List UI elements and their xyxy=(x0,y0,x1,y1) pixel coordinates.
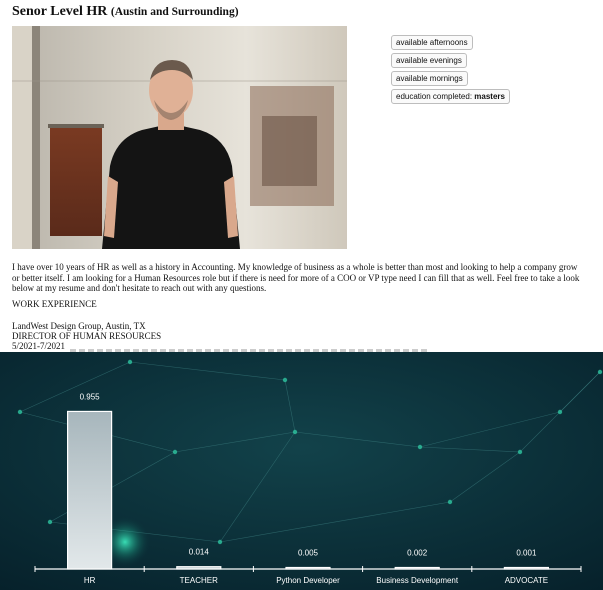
profile-photo xyxy=(12,26,347,249)
network-node xyxy=(17,409,23,415)
post-panel: Senor Level HR (Austin and Surrounding) xyxy=(0,0,603,353)
bar-value-label: 0.001 xyxy=(516,549,537,558)
bar-advocate xyxy=(503,566,549,570)
network-node xyxy=(47,519,53,525)
network-node xyxy=(217,539,223,545)
post-title-main: Senor Level HR xyxy=(12,4,108,19)
post-title: Senor Level HR (Austin and Surrounding) xyxy=(12,4,239,20)
bar-teacher xyxy=(176,566,222,570)
bar-hr xyxy=(66,410,113,570)
network-node xyxy=(292,429,298,435)
network-node xyxy=(557,409,563,415)
prediction-chart: 0.955 HR 0.014 TEACHER 0.005 Python Developer… xyxy=(0,352,603,590)
post-description: I have over 10 years of HR as well as a … xyxy=(12,262,580,293)
category-label: TEACHER xyxy=(180,576,218,585)
network-node xyxy=(517,449,523,455)
tag-available-evenings: available evenings xyxy=(391,53,467,68)
network-node xyxy=(172,449,178,455)
availability-tags: available afternoons available evenings … xyxy=(391,35,510,107)
network-node xyxy=(127,359,133,365)
network-node xyxy=(417,444,423,450)
bar-value-label: 0.002 xyxy=(407,549,428,558)
tag-education-value: masters xyxy=(474,92,505,101)
bar-business-development xyxy=(394,566,440,570)
category-label: Python Developer xyxy=(276,576,340,585)
network-node xyxy=(597,369,603,375)
tag-available-afternoons: available afternoons xyxy=(391,35,473,50)
post-title-location: (Austin and Surrounding) xyxy=(110,6,239,18)
tag-education-label: education completed: xyxy=(396,92,475,101)
job-role: DIRECTOR OF HUMAN RESOURCES xyxy=(12,331,162,341)
category-label: HR xyxy=(84,576,96,585)
tag-education-completed: education completed: masters xyxy=(391,89,510,104)
category-label: Business Development xyxy=(376,576,459,585)
bar-value-label: 0.005 xyxy=(298,549,319,558)
bar-value-label: 0.955 xyxy=(80,392,101,401)
tag-available-mornings: available mornings xyxy=(391,71,468,86)
network-node xyxy=(447,499,453,505)
network-node xyxy=(282,377,288,383)
bar-value-label: 0.014 xyxy=(189,548,210,557)
job-entry: LandWest Design Group, Austin, TX DIRECT… xyxy=(12,321,161,351)
job-company: LandWest Design Group, Austin, TX xyxy=(12,321,146,331)
chart-svg: 0.955 HR 0.014 TEACHER 0.005 Python Developer… xyxy=(0,352,603,590)
category-label: ADVOCATE xyxy=(505,576,548,585)
section-heading-work-experience: WORK EXPERIENCE xyxy=(12,299,97,309)
bar-python-developer xyxy=(285,566,331,570)
